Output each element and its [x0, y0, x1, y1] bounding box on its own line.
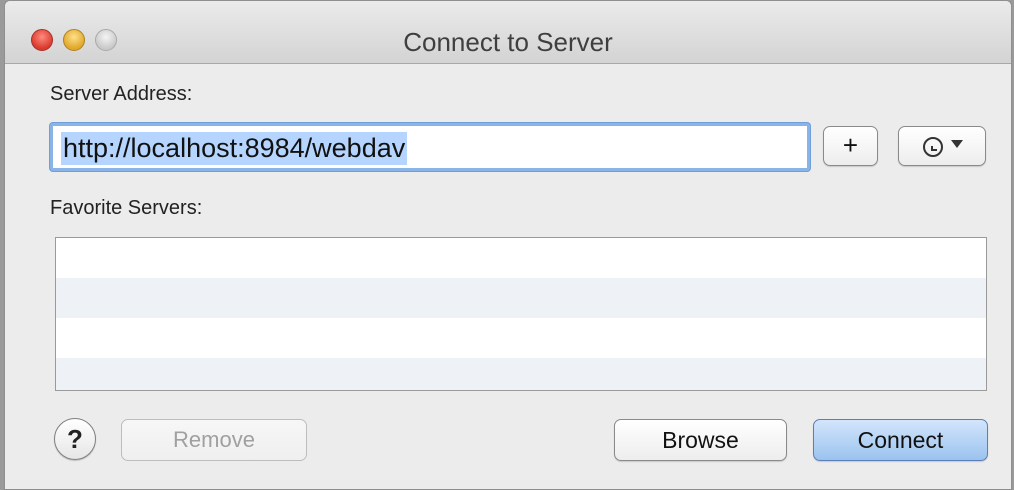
browse-button[interactable]: Browse [614, 419, 787, 461]
help-button[interactable]: ? [54, 418, 96, 460]
connect-button[interactable]: Connect [813, 419, 988, 461]
recent-servers-button[interactable] [898, 126, 986, 166]
add-favorite-button[interactable]: + [823, 126, 878, 166]
window-title: Connect to Server [403, 27, 613, 57]
connect-to-server-window: Connect to Server Server Address: http:/… [4, 0, 1012, 490]
favorite-servers-list[interactable] [55, 237, 987, 391]
favorite-servers-label: Favorite Servers: [50, 197, 203, 219]
list-item[interactable] [56, 318, 986, 358]
clock-icon [923, 137, 943, 157]
list-item[interactable] [56, 238, 986, 278]
server-address-label: Server Address: [50, 83, 193, 105]
list-item[interactable] [56, 278, 986, 318]
title-bar: Connect to Server [5, 1, 1011, 64]
server-address-input[interactable]: http://localhost:8984/webdav [50, 123, 810, 171]
chevron-down-icon [951, 140, 963, 148]
server-address-value: http://localhost:8984/webdav [61, 132, 408, 165]
remove-button[interactable]: Remove [121, 419, 307, 461]
list-item[interactable] [56, 358, 986, 390]
